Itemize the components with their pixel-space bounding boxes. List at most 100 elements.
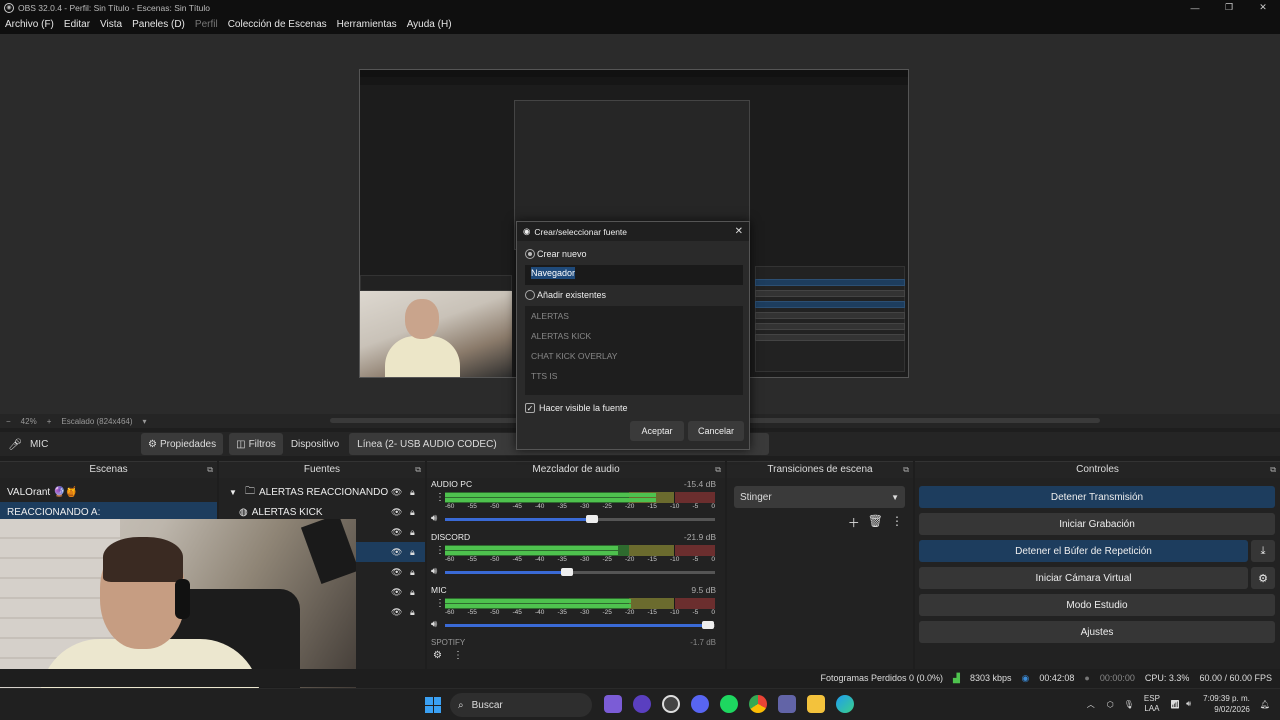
speaker-icon[interactable]: 🔊︎ (431, 619, 437, 630)
app-icon-spotify[interactable] (720, 695, 738, 713)
mixer-settings-icon[interactable]: ⚙ (433, 650, 442, 661)
close-icon[interactable]: ✕ (735, 226, 743, 237)
stop-stream-button[interactable]: Detener Transmisión (919, 486, 1275, 508)
source-name-input[interactable]: Navegador (525, 265, 743, 285)
studio-mode-button[interactable]: Modo Estudio (919, 594, 1275, 616)
volume-slider[interactable] (445, 568, 715, 576)
eye-icon[interactable]: 👁︎ (391, 547, 402, 558)
chevron-up-icon[interactable]: ︿ (1087, 699, 1095, 710)
source-row[interactable]: ▼ 🗀︎ ALERTAS REACCIONANDO 👁︎ 🔒︎ (219, 482, 425, 502)
app-icon-discord[interactable] (691, 695, 709, 713)
menu-edit[interactable]: Editar (64, 19, 90, 30)
lock-icon[interactable]: 🔒︎ (410, 547, 415, 558)
lock-icon[interactable]: 🔒︎ (410, 587, 415, 598)
wifi-icon[interactable]: 📶︎ (1170, 700, 1180, 709)
app-icon-circle[interactable] (633, 695, 651, 713)
undock-icon[interactable]: ⧉ (415, 462, 421, 478)
trash-icon[interactable]: 🗑︎ (868, 514, 883, 531)
lock-icon[interactable]: 🔒︎ (410, 527, 415, 538)
channel-menu-icon[interactable]: ⋮ (435, 598, 445, 609)
menu-docks[interactable]: Paneles (D) (132, 19, 185, 30)
scene-item[interactable]: VALOrant 🔮🍯 (0, 482, 217, 502)
menu-tools[interactable]: Herramientas (337, 19, 397, 30)
start-virtual-camera-button[interactable]: Iniciar Cámara Virtual (919, 567, 1248, 589)
notification-icon[interactable]: 🔔︎ (1260, 700, 1270, 709)
app-icon-edge[interactable] (836, 695, 854, 713)
speaker-icon[interactable]: 🔊︎ (431, 566, 437, 577)
stop-replay-buffer-button[interactable]: Detener el Búfer de Repetición (919, 540, 1248, 562)
minimize-icon[interactable]: — (1178, 0, 1212, 15)
lock-icon[interactable]: 🔒︎ (410, 487, 415, 498)
lock-icon[interactable]: 🔒︎ (410, 567, 415, 578)
virtual-camera-settings-button[interactable]: ⚙ (1251, 567, 1275, 589)
menu-help[interactable]: Ayuda (H) (407, 19, 452, 30)
undock-icon[interactable]: ⧉ (715, 462, 721, 478)
make-visible-checkbox[interactable]: ✓ Hacer visible la fuente (525, 403, 628, 413)
zoom-out-icon[interactable]: − (6, 417, 11, 426)
slider-knob[interactable] (561, 568, 574, 576)
windows-start-icon[interactable] (425, 697, 441, 713)
menu-profile[interactable]: Perfil (195, 19, 218, 30)
language-indicator[interactable]: ESP LAA (1144, 694, 1160, 714)
zoom-in-icon[interactable]: + (47, 417, 52, 426)
eye-icon[interactable]: 👁︎ (391, 587, 402, 598)
app-icon-copilot[interactable] (604, 695, 622, 713)
volume-icon[interactable]: 🔊︎ (1186, 699, 1191, 709)
speaker-icon[interactable]: 🔊︎ (431, 513, 437, 524)
more-icon[interactable]: ⋮ (891, 514, 903, 531)
slider-knob[interactable] (585, 515, 598, 523)
list-item[interactable]: ALERTAS (525, 306, 743, 326)
app-icon-file-explorer[interactable] (807, 695, 825, 713)
list-item[interactable]: ALERTAS KICK (525, 326, 743, 346)
accept-button[interactable]: Aceptar (630, 421, 684, 441)
add-icon[interactable]: ＋ (848, 514, 860, 531)
menu-scene-collection[interactable]: Colección de Escenas (228, 19, 327, 30)
mixer-menu-icon[interactable]: ⋮ (453, 650, 463, 661)
eye-icon[interactable]: 👁︎ (391, 527, 402, 538)
eye-icon[interactable]: 👁︎ (391, 567, 402, 578)
cancel-button[interactable]: Cancelar (688, 421, 744, 441)
slider-knob[interactable] (701, 621, 714, 629)
zoom-dropdown-icon[interactable]: ▾ (143, 417, 147, 426)
taskbar-apps (604, 695, 854, 713)
collapse-caret-icon[interactable]: ▼ (229, 488, 241, 497)
lang-top: ESP (1143, 694, 1160, 703)
undock-icon[interactable]: ⧉ (1270, 462, 1276, 478)
volume-slider[interactable] (445, 515, 715, 523)
menu-view[interactable]: Vista (100, 19, 122, 30)
add-existing-radio[interactable]: Añadir existentes (525, 290, 606, 300)
filters-button[interactable]: ◫ Filtros (229, 433, 283, 455)
clock[interactable]: 7:09:39 p. m. 9/02/2026 (1203, 693, 1250, 715)
app-icon-obs[interactable] (662, 695, 680, 713)
stream-time: 00:42:08 (1039, 673, 1075, 683)
app-icon-chrome[interactable] (749, 695, 767, 713)
mic-tray-icon[interactable]: 🎙︎ (1124, 700, 1134, 709)
preview-nested-button (755, 334, 905, 341)
channel-menu-icon[interactable]: ⋮ (435, 492, 445, 503)
maximize-icon[interactable]: ❐ (1212, 0, 1246, 15)
lock-icon[interactable]: 🔒︎ (410, 507, 415, 518)
start-recording-button[interactable]: Iniciar Grabación (919, 513, 1275, 535)
close-icon[interactable]: ✕ (1246, 0, 1280, 15)
menu-file[interactable]: Archivo (F) (5, 19, 54, 30)
list-item[interactable]: TTS IS (525, 366, 743, 386)
eye-icon[interactable]: 👁︎ (391, 487, 402, 498)
channel-menu-icon[interactable]: ⋮ (435, 545, 445, 556)
properties-button[interactable]: ⚙ Propiedades (141, 433, 224, 455)
undock-icon[interactable]: ⧉ (903, 462, 909, 478)
lock-icon[interactable]: 🔒︎ (410, 607, 415, 618)
save-replay-button[interactable]: ⤓ (1251, 540, 1275, 562)
undock-icon[interactable]: ⧉ (207, 462, 213, 478)
create-new-radio[interactable]: Crear nuevo (525, 249, 587, 259)
app-icon-teams[interactable] (778, 695, 796, 713)
bitrate: 8303 kbps (969, 673, 1012, 683)
preview-nested-titlebar (360, 70, 908, 77)
list-item[interactable]: CHAT KICK OVERLAY (525, 346, 743, 366)
volume-slider[interactable] (445, 621, 715, 629)
eye-icon[interactable]: 👁︎ (391, 507, 402, 518)
eye-icon[interactable]: 👁︎ (391, 607, 402, 618)
transition-select[interactable]: Stinger ▼ (734, 486, 905, 508)
taskbar-search[interactable]: ⌕ Buscar (450, 693, 592, 717)
tray-app-icon[interactable]: ⬡ (1107, 700, 1114, 709)
settings-button[interactable]: Ajustes (919, 621, 1275, 643)
